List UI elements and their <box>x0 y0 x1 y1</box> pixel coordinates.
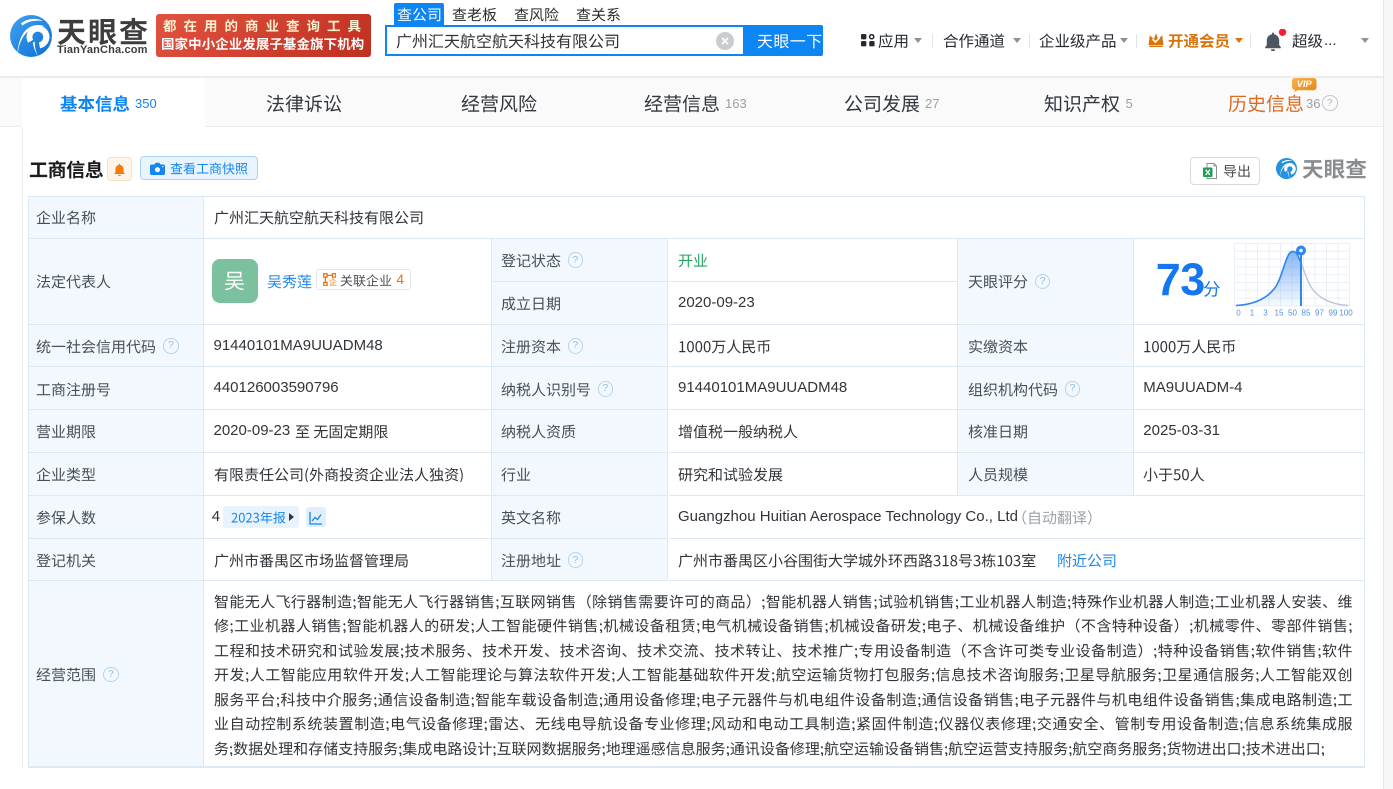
svg-text:99: 99 <box>1329 309 1338 318</box>
svg-text:50: 50 <box>1288 309 1297 318</box>
svg-text:0: 0 <box>1236 309 1241 318</box>
svg-text:1: 1 <box>1250 309 1255 318</box>
svg-text:3: 3 <box>1263 309 1268 318</box>
svg-text:97: 97 <box>1315 309 1324 318</box>
svg-text:85: 85 <box>1302 309 1311 318</box>
svg-text:100: 100 <box>1339 309 1353 318</box>
svg-text:VIP: VIP <box>1297 79 1313 89</box>
svg-text:15: 15 <box>1275 309 1284 318</box>
